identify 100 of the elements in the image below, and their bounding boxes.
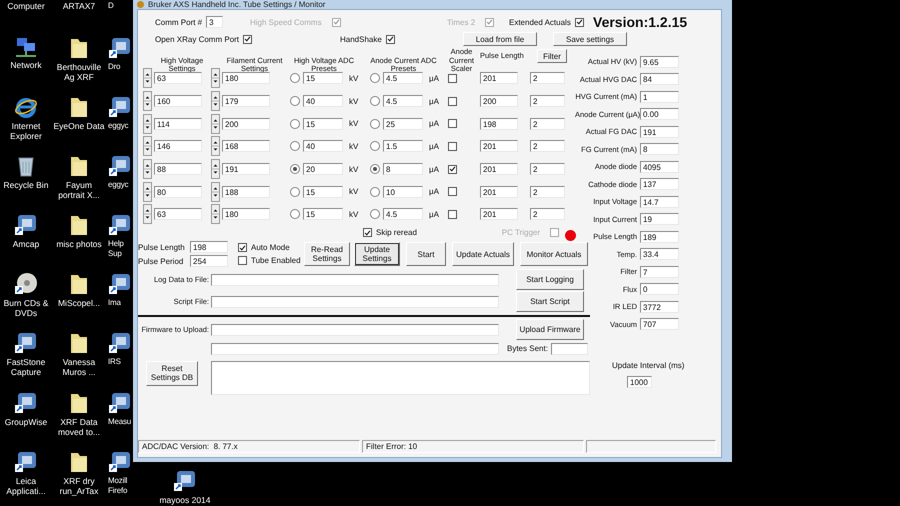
desktop-icon-label[interactable]: mayoos 2014: [159, 495, 211, 505]
voltage-setting-field[interactable]: 63: [154, 208, 202, 220]
actual-value-field[interactable]: 14.7: [640, 196, 679, 208]
voltage-preset-field[interactable]: 15: [303, 208, 343, 220]
shortcut-icon[interactable]: [108, 450, 132, 474]
filter-field[interactable]: 2: [530, 118, 565, 130]
desktop-icon-label[interactable]: Fayum portrait X...: [52, 180, 106, 200]
voltage-preset-field[interactable]: 40: [303, 95, 343, 108]
spinner-control[interactable]: [211, 68, 220, 88]
desktop-icon-label[interactable]: misc photos: [56, 239, 102, 250]
message-area[interactable]: [211, 360, 590, 395]
spinner-control[interactable]: [143, 204, 152, 224]
filter-field[interactable]: 2: [530, 95, 565, 108]
desktop-icon-label[interactable]: Recycle Bin: [4, 180, 48, 190]
spinner-control[interactable]: [143, 136, 152, 156]
checkbox[interactable]: [574, 18, 584, 26]
spinner-control[interactable]: [143, 182, 152, 202]
action-button[interactable]: Monitor Actuals: [520, 242, 588, 266]
desktop-icon-label[interactable]: eggyc: [108, 120, 132, 131]
desktop-icon-label[interactable]: Network: [10, 60, 42, 70]
filament-setting-field[interactable]: 179: [222, 95, 270, 108]
desktop-icon-label[interactable]: D: [108, 1, 132, 11]
filter-button[interactable]: Filter: [537, 49, 567, 63]
actual-value-field[interactable]: 191: [640, 126, 679, 138]
actual-value-field[interactable]: 8: [640, 143, 679, 156]
radio-button[interactable]: [290, 118, 300, 129]
filament-setting-field[interactable]: 180: [222, 72, 270, 84]
desktop-icon-label[interactable]: Leica Applicati...: [0, 476, 52, 496]
actual-value-field[interactable]: 137: [640, 178, 679, 190]
voltage-setting-field[interactable]: 160: [154, 95, 202, 108]
desktop-icon-label[interactable]: Vanessa Muros ...: [52, 357, 106, 378]
current-preset-field[interactable]: 4.5: [383, 95, 423, 108]
action-button[interactable]: Update Actuals: [452, 242, 514, 266]
actual-value-field[interactable]: 707: [640, 318, 679, 330]
pulse-length-field[interactable]: 198: [480, 118, 518, 130]
upload-button[interactable]: Upload Firmware: [516, 319, 584, 340]
desktop-icon-label[interactable]: Berthouville Ag XRF: [52, 62, 106, 82]
voltage-preset-field[interactable]: 20: [303, 163, 343, 176]
spinner-control[interactable]: [143, 91, 152, 112]
reset-button[interactable]: Reset Settings DB: [146, 360, 198, 386]
pulse-length-field[interactable]: 201: [480, 186, 518, 198]
bytes-sent-field[interactable]: [550, 342, 588, 355]
actual-value-field[interactable]: 7: [640, 266, 679, 278]
radio-button[interactable]: [290, 164, 300, 174]
file-path-field[interactable]: [211, 274, 499, 286]
desktop-icon-label[interactable]: EyeOne Data: [53, 120, 105, 131]
filament-setting-field[interactable]: 191: [222, 163, 270, 176]
checkbox[interactable]: [448, 164, 457, 174]
shortcut-icon[interactable]: [108, 390, 132, 415]
pulse-field[interactable]: 198: [190, 241, 228, 254]
shortcut-icon[interactable]: [14, 450, 38, 474]
shortcut-icon[interactable]: [108, 36, 132, 60]
desktop-icon-label[interactable]: eggyc: [108, 180, 132, 190]
filament-setting-field[interactable]: 200: [222, 118, 270, 130]
shortcut-icon[interactable]: [14, 213, 38, 238]
firmware-path-field[interactable]: [211, 324, 499, 336]
checkbox[interactable]: [448, 187, 457, 196]
pulse-field[interactable]: 254: [190, 255, 228, 268]
current-preset-field[interactable]: 8: [383, 163, 423, 176]
shortcut-icon[interactable]: [108, 94, 132, 119]
actual-value-field[interactable]: 189: [640, 230, 679, 243]
network-icon[interactable]: [14, 36, 38, 58]
voltage-setting-field[interactable]: 88: [154, 163, 202, 176]
pulse-length-field[interactable]: 201: [480, 208, 518, 220]
current-preset-field[interactable]: 1.5: [383, 140, 423, 152]
shortcut-icon[interactable]: [108, 331, 132, 356]
action-button[interactable]: Start: [406, 242, 446, 266]
filter-field[interactable]: 2: [530, 72, 565, 84]
radio-button[interactable]: [290, 209, 300, 220]
action-button[interactable]: Re-Read Settings: [304, 242, 350, 266]
current-preset-field[interactable]: 25: [383, 118, 423, 130]
radio-button[interactable]: [290, 186, 300, 197]
pulse-length-field[interactable]: 200: [480, 95, 518, 108]
checkbox[interactable]: [448, 119, 457, 128]
voltage-preset-field[interactable]: 15: [303, 118, 343, 130]
desktop-icon-label[interactable]: Burn CDs & DVDs: [0, 298, 52, 318]
actual-value-field[interactable]: 9.65: [640, 56, 679, 68]
shortcut-icon[interactable]: [173, 469, 197, 493]
filament-setting-field[interactable]: 180: [222, 208, 270, 220]
filter-field[interactable]: 2: [530, 208, 565, 220]
file-button[interactable]: Save settings: [553, 32, 627, 46]
actual-value-field[interactable]: 84: [640, 73, 679, 86]
spinner-control[interactable]: [211, 204, 220, 224]
desktop-icon-label[interactable]: Mozill Firefo: [108, 476, 132, 496]
radio-button[interactable]: [370, 73, 380, 84]
firmware-info-field[interactable]: [211, 342, 499, 355]
voltage-preset-field[interactable]: 15: [303, 186, 343, 198]
desktop-icon-label[interactable]: Ima: [108, 298, 132, 308]
desktop-icon-label[interactable]: XRF dry run_ArTax: [52, 476, 106, 496]
current-preset-field[interactable]: 4.5: [383, 72, 423, 84]
folder-icon[interactable]: [69, 331, 89, 356]
voltage-setting-field[interactable]: 63: [154, 72, 202, 84]
radio-button[interactable]: [370, 164, 380, 174]
radio-button[interactable]: [370, 118, 380, 129]
shortcut-icon[interactable]: [14, 390, 38, 415]
radio-button[interactable]: [290, 73, 300, 84]
current-preset-field[interactable]: 10: [383, 186, 423, 198]
shortcut-icon[interactable]: [108, 154, 132, 178]
radio-button[interactable]: [370, 96, 380, 106]
filament-setting-field[interactable]: 188: [222, 186, 270, 198]
